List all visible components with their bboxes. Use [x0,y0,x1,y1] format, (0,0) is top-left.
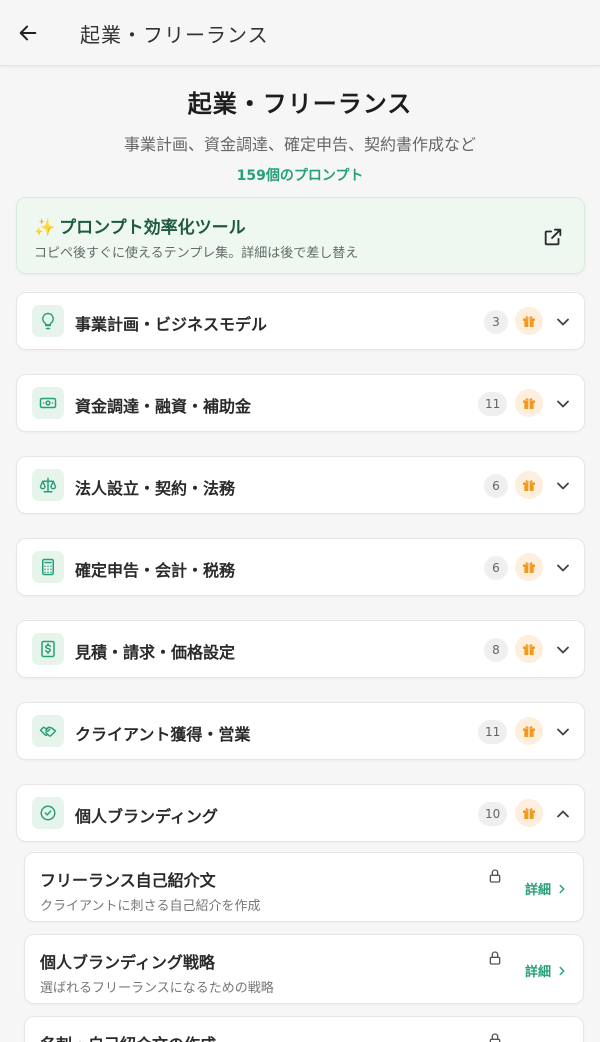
category-icon-box [32,551,64,583]
lock-icon [489,1033,501,1042]
banknote-icon [39,397,57,409]
detail-link[interactable]: 詳細 [525,961,569,980]
prompt-item-title: フリーランス自己紹介文 [40,871,216,890]
gift-badge [515,553,543,581]
chevron-down-icon[interactable] [553,476,573,496]
lock-icon [489,951,501,965]
category-label: 個人ブランディング [75,807,218,826]
category-label: 確定申告・会計・税務 [75,561,236,580]
promo-card[interactable]: ✨ プロンプト効率化ツール コピペ後すぐに使えるテンプレ集。詳細は後で差し替え [16,197,585,274]
calculator-icon [42,558,54,576]
category-icon-box [32,305,64,337]
category-label: クライアント獲得・営業 [75,725,251,744]
prompt-item[interactable]: フリーランス自己紹介文 クライアントに刺さる自己紹介を作成 詳細 [24,852,584,922]
gift-badge [515,799,543,827]
chevron-down-icon[interactable] [553,312,573,332]
prompt-item-title: 個人ブランディング戦略 [40,953,215,972]
back-button[interactable] [12,17,44,49]
gift-icon [523,644,535,655]
category-icon-box [32,797,64,829]
count-badge: 6 [484,556,508,580]
arrow-left-icon [19,25,37,41]
category-funding[interactable]: 資金調達・融資・補助金 11 [16,374,585,432]
page-subtitle: 事業計画、資金調達、確定申告、契約書作成など [123,135,476,154]
detail-label: 詳細 [525,883,552,898]
chevron-down-icon[interactable] [553,394,573,414]
category-label: 見積・請求・価格設定 [75,643,236,662]
lock-icon [489,869,501,883]
chevron-right-icon [559,966,565,975]
category-icon-box [32,715,64,747]
category-business-plan[interactable]: 事業計画・ビジネスモデル 3 [16,292,585,350]
detail-label: 詳細 [525,965,552,980]
chevron-down-icon[interactable] [553,558,573,578]
gift-icon [523,316,535,327]
category-label: 法人設立・契約・法務 [75,479,236,498]
count-badge: 3 [484,310,508,334]
gift-icon [523,398,535,409]
lightbulb-icon [42,312,54,330]
app-bar: 起業・フリーランス [0,0,600,66]
app-bar-title: 起業・フリーランス [80,23,269,47]
external-link-icon[interactable] [542,226,564,248]
receipt-dollar-icon [41,640,55,658]
count-badge: 11 [478,720,508,744]
gift-icon [523,562,535,573]
chevron-up-icon[interactable] [553,804,573,824]
gift-icon [523,480,535,491]
handshake-icon [39,726,57,737]
gift-badge [515,307,543,335]
count-badge: 6 [484,474,508,498]
gift-badge [515,717,543,745]
gift-badge [515,471,543,499]
chevron-right-icon [559,884,565,893]
gift-icon [523,808,535,819]
category-icon-box [32,469,64,501]
page-header: 起業・フリーランス 事業計画、資金調達、確定申告、契約書作成など 159個のプロ… [0,84,600,185]
category-label: 資金調達・融資・補助金 [75,397,252,416]
count-badge: 11 [478,392,508,416]
category-legal[interactable]: 法人設立・契約・法務 6 [16,456,585,514]
promo-description: コピペ後すぐに使えるテンプレ集。詳細は後で差し替え [34,246,359,261]
prompt-item-description: クライアントに刺さる自己紹介を作成 [40,899,261,914]
category-branding[interactable]: 個人ブランディング 10 [16,784,585,842]
prompt-item[interactable]: 名刺・自己紹介文の作成 詳細 [24,1016,584,1042]
count-badge: 10 [478,802,508,826]
category-tax[interactable]: 確定申告・会計・税務 6 [16,538,585,596]
badge-check-icon [40,805,56,821]
prompt-item[interactable]: 個人ブランディング戦略 選ばれるフリーランスになるための戦略 詳細 [24,934,584,1004]
detail-link[interactable]: 詳細 [525,879,569,898]
category-label: 事業計画・ビジネスモデル [75,315,268,334]
chevron-down-icon[interactable] [553,722,573,742]
scale-icon [39,477,57,493]
prompt-item-description: 選ばれるフリーランスになるための戦略 [40,981,274,996]
promo-title-text: プロンプト効率化ツール [59,218,246,238]
promo-title: ✨ プロンプト効率化ツール [34,213,246,238]
category-pricing[interactable]: 見積・請求・価格設定 8 [16,620,585,678]
gift-badge [515,635,543,663]
category-icon-box [32,633,64,665]
count-badge: 8 [484,638,508,662]
page-title: 起業・フリーランス [187,90,413,118]
chevron-down-icon[interactable] [553,640,573,660]
gift-icon [523,726,535,737]
gift-badge [515,389,543,417]
sparkles-icon: ✨ [34,218,56,238]
category-sales[interactable]: クライアント獲得・営業 11 [16,702,585,760]
prompt-item-title: 名刺・自己紹介文の作成 [40,1031,216,1042]
category-icon-box [32,387,64,419]
prompt-count: 159個のプロンプト [236,168,364,184]
